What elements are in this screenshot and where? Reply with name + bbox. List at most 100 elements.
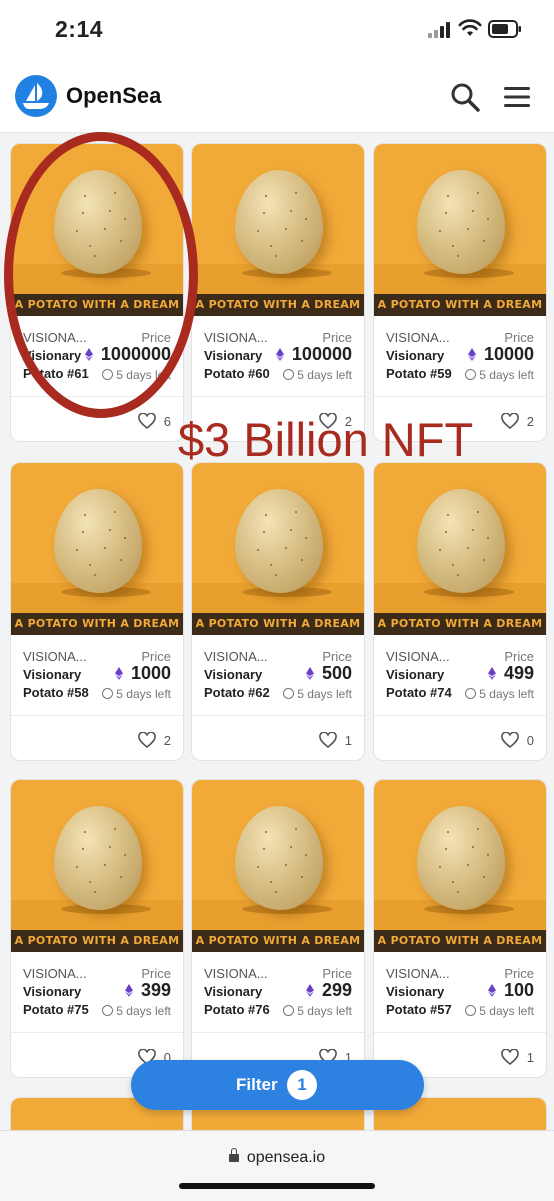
nft-card[interactable]: A POTATO WITH A DREAM VISIONA... Price V… — [191, 143, 365, 442]
collection-name[interactable]: VISIONA... — [386, 966, 450, 981]
time-left: 5 days left — [283, 687, 352, 701]
collection-name[interactable]: VISIONA... — [386, 330, 450, 345]
like-button[interactable]: 2 — [500, 413, 534, 429]
price-label: Price — [322, 330, 352, 345]
potato-image: A POTATO WITH A DREAM — [11, 463, 183, 635]
image-banner-text: A POTATO WITH A DREAM — [192, 930, 364, 952]
opensea-logo-icon[interactable] — [15, 75, 57, 117]
price-value: 499 — [487, 663, 534, 684]
price-label: Price — [322, 649, 352, 664]
browser-address-bar[interactable]: opensea.io — [0, 1130, 554, 1201]
url-display[interactable]: opensea.io — [0, 1148, 554, 1167]
price-amount: 100000 — [291, 344, 352, 364]
like-count: 1 — [526, 1050, 534, 1065]
ethereum-icon — [124, 984, 133, 997]
potato-image: A POTATO WITH A DREAM — [374, 780, 546, 952]
nft-card[interactable]: A POTATO WITH A DREAM VISIONA... Price V… — [191, 462, 365, 761]
potato-image: A POTATO WITH A DREAM — [192, 144, 364, 316]
heart-icon — [318, 732, 337, 748]
price-amount: 499 — [503, 663, 534, 683]
price-label: Price — [504, 649, 534, 664]
status-time: 2:14 — [55, 16, 104, 42]
time-left-text: 5 days left — [116, 1004, 171, 1018]
nft-card[interactable]: A POTATO WITH A DREAM VISIONA... Price V… — [373, 779, 547, 1078]
heart-icon — [500, 1049, 519, 1065]
nft-card[interactable]: A POTATO WITH A DREAM VISIONA... Price V… — [373, 143, 547, 442]
like-button[interactable]: 1 — [318, 732, 352, 748]
clock-icon — [283, 369, 295, 380]
filter-button[interactable]: Filter 1 — [131, 1060, 424, 1110]
like-button[interactable]: 2 — [137, 732, 171, 748]
item-number: Potato #58 — [23, 685, 89, 700]
brand-name[interactable]: OpenSea — [66, 83, 161, 109]
ethereum-icon — [305, 984, 314, 997]
potato-image: A POTATO WITH A DREAM — [11, 780, 183, 952]
ethereum-icon — [487, 984, 496, 997]
like-button[interactable]: 6 — [137, 413, 171, 429]
top-navigation: OpenSea — [0, 60, 554, 133]
item-name: Visionary — [23, 984, 82, 999]
item-name: Visionary — [386, 667, 445, 682]
like-count: 2 — [163, 733, 171, 748]
image-banner-text: A POTATO WITH A DREAM — [11, 930, 183, 952]
time-left: 5 days left — [465, 368, 534, 382]
image-banner-text: A POTATO WITH A DREAM — [374, 930, 546, 952]
time-left-text: 5 days left — [297, 687, 352, 701]
clock-icon — [102, 1005, 114, 1016]
time-left-text: 5 days left — [297, 368, 352, 382]
filter-count-badge: 1 — [287, 1070, 317, 1100]
cellular-signal-icon — [428, 22, 452, 38]
nft-card[interactable]: A POTATO WITH A DREAM VISIONA... Price V… — [10, 779, 184, 1078]
item-number: Potato #57 — [386, 1002, 452, 1017]
item-number: Potato #59 — [386, 366, 452, 381]
image-banner-text: A POTATO WITH A DREAM — [374, 294, 546, 316]
price-amount: 399 — [140, 980, 171, 1000]
clock-icon — [283, 688, 295, 699]
like-count: 1 — [344, 733, 352, 748]
image-banner-text: A POTATO WITH A DREAM — [374, 613, 546, 635]
search-icon[interactable] — [448, 80, 482, 114]
item-name: Visionary — [386, 984, 445, 999]
time-left: 5 days left — [465, 687, 534, 701]
price-label: Price — [141, 649, 171, 664]
price-value: 500 — [305, 663, 352, 684]
heart-icon — [500, 413, 519, 429]
nft-card[interactable]: A POTATO WITH A DREAM VISIONA... Price V… — [10, 462, 184, 761]
collection-name[interactable]: VISIONA... — [204, 966, 268, 981]
price-value: 299 — [305, 980, 352, 1001]
time-left-text: 5 days left — [479, 1004, 534, 1018]
heart-icon — [137, 732, 156, 748]
clock-icon — [465, 1005, 477, 1016]
price-label: Price — [322, 966, 352, 981]
like-count: 6 — [163, 414, 171, 429]
item-number: Potato #75 — [23, 1002, 89, 1017]
image-banner-text: A POTATO WITH A DREAM — [11, 613, 183, 635]
image-banner-text: A POTATO WITH A DREAM — [192, 613, 364, 635]
price-value: 100 — [487, 980, 534, 1001]
item-name: Visionary — [204, 348, 263, 363]
hamburger-menu-icon[interactable] — [502, 84, 532, 110]
collection-name[interactable]: VISIONA... — [204, 649, 268, 664]
collection-name[interactable]: VISIONA... — [23, 966, 87, 981]
time-left-text: 5 days left — [116, 687, 171, 701]
collection-name[interactable]: VISIONA... — [23, 649, 87, 664]
home-indicator[interactable] — [179, 1183, 375, 1189]
price-label: Price — [504, 330, 534, 345]
nft-card[interactable]: A POTATO WITH A DREAM VISIONA... Price V… — [191, 779, 365, 1078]
item-number: Potato #76 — [204, 1002, 270, 1017]
lock-icon — [228, 1148, 239, 1162]
price-amount: 100 — [503, 980, 534, 1000]
price-value: 1000 — [114, 663, 171, 684]
clock-icon — [283, 1005, 295, 1016]
potato-image: A POTATO WITH A DREAM — [374, 463, 546, 635]
collection-name[interactable]: VISIONA... — [386, 649, 450, 664]
like-button[interactable]: 0 — [500, 732, 534, 748]
collection-name[interactable]: VISIONA... — [204, 330, 268, 345]
time-left: 5 days left — [283, 368, 352, 382]
time-left-text: 5 days left — [479, 368, 534, 382]
like-count: 0 — [526, 733, 534, 748]
nft-card[interactable]: A POTATO WITH A DREAM VISIONA... Price V… — [373, 462, 547, 761]
like-button[interactable]: 1 — [500, 1049, 534, 1065]
time-left-text: 5 days left — [297, 1004, 352, 1018]
time-left: 5 days left — [465, 1004, 534, 1018]
